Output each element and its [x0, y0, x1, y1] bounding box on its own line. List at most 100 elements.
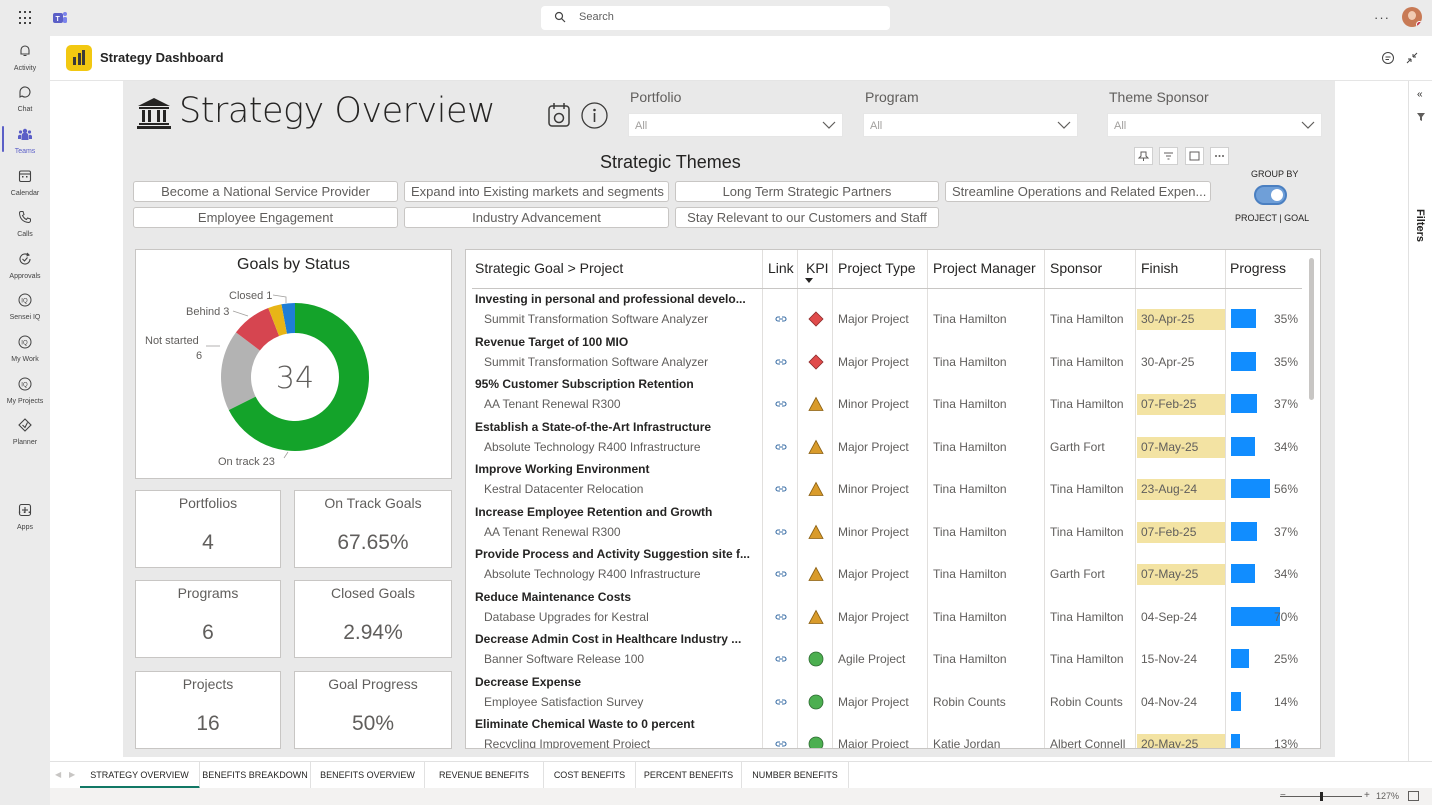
- goal-row[interactable]: Increase Employee Retention and Growth: [475, 505, 760, 519]
- warning-triangle-icon: [808, 566, 824, 581]
- link-icon[interactable]: [774, 739, 788, 749]
- link-icon[interactable]: [774, 399, 788, 409]
- col-header-progress[interactable]: Progress: [1230, 260, 1286, 276]
- pin-icon[interactable]: [1134, 147, 1153, 165]
- svg-text:IQ: IQ: [21, 383, 28, 389]
- theme-button[interactable]: Streamline Operations and Related Expen.…: [945, 181, 1211, 202]
- theme-button[interactable]: Employee Engagement: [133, 207, 398, 228]
- theme-sponsor-slicer[interactable]: All: [1107, 113, 1322, 137]
- fit-to-page-icon[interactable]: [1408, 791, 1419, 801]
- progress-label: 14%: [1273, 694, 1298, 709]
- tab-number-benefits[interactable]: NUMBER BENEFITS: [742, 762, 849, 789]
- search-placeholder: Search: [579, 11, 614, 23]
- tab-strategy-overview[interactable]: STRATEGY OVERVIEW: [80, 762, 200, 789]
- goal-row[interactable]: Revenue Target of 100 MIO: [475, 335, 760, 349]
- avatar[interactable]: [1402, 7, 1422, 27]
- theme-button[interactable]: Stay Relevant to our Customers and Staff: [675, 207, 939, 228]
- progress-bar: [1231, 309, 1256, 328]
- goal-row[interactable]: Reduce Maintenance Costs: [475, 590, 760, 604]
- more-options-icon[interactable]: ···: [1374, 10, 1390, 25]
- rail-item-calls[interactable]: Calls: [0, 206, 50, 246]
- column-divider: [1044, 250, 1045, 748]
- bank-icon: [137, 98, 171, 129]
- collapse-icon[interactable]: [1405, 51, 1419, 65]
- rail-item-approvals[interactable]: Approvals: [0, 248, 50, 288]
- goal-row[interactable]: Decrease Expense: [475, 675, 760, 689]
- tab-cost-benefits[interactable]: COST BENEFITS: [544, 762, 636, 789]
- goal-row[interactable]: 95% Customer Subscription Retention: [475, 377, 760, 391]
- col-header-sponsor[interactable]: Sponsor: [1050, 260, 1102, 276]
- progress-label: 25%: [1273, 652, 1298, 666]
- link-icon[interactable]: [774, 697, 788, 707]
- tab-percent-benefits[interactable]: PERCENT BENEFITS: [636, 762, 742, 789]
- goal-row[interactable]: Investing in personal and professional d…: [475, 292, 760, 306]
- tab-benefits-overview[interactable]: BENEFITS OVERVIEW: [311, 762, 425, 789]
- calendar-refresh-icon[interactable]: [548, 102, 570, 128]
- filters-pane[interactable]: « Filters: [1408, 81, 1432, 761]
- goal-row[interactable]: Eliminate Chemical Waste to 0 percent: [475, 717, 760, 731]
- theme-button[interactable]: Long Term Strategic Partners: [675, 181, 939, 202]
- kpi-value: 50%: [351, 712, 395, 735]
- tab-revenue-benefits[interactable]: REVENUE BENEFITS: [425, 762, 544, 789]
- col-header-finish[interactable]: Finish: [1141, 260, 1178, 276]
- theme-button[interactable]: Industry Advancement: [404, 207, 669, 228]
- expand-filters-icon[interactable]: «: [1417, 89, 1423, 100]
- goal-row[interactable]: Improve Working Environment: [475, 462, 760, 476]
- group-by-toggle[interactable]: [1254, 185, 1287, 205]
- col-header-goal[interactable]: Strategic Goal > Project: [475, 260, 623, 276]
- app-launcher-icon[interactable]: [19, 11, 33, 25]
- rail-label: Sensei IQ: [9, 314, 41, 321]
- rail-item-activity[interactable]: Activity: [0, 40, 50, 80]
- more-options-icon[interactable]: [1210, 147, 1230, 165]
- progress-bar: [1231, 606, 1280, 626]
- col-header-kpi[interactable]: KPI: [806, 260, 829, 276]
- col-header-manager[interactable]: Project Manager: [933, 260, 1036, 276]
- zoom-in-button[interactable]: +: [1364, 790, 1370, 801]
- rail-item-my-projects[interactable]: IQ My Projects: [0, 373, 50, 413]
- goal-row[interactable]: Decrease Admin Cost in Healthcare Indust…: [475, 632, 760, 646]
- filter-icon[interactable]: [1159, 147, 1179, 165]
- red-diamond-icon: [808, 353, 824, 370]
- kpi-value: 16: [196, 712, 220, 735]
- link-icon[interactable]: [774, 484, 788, 494]
- conversation-icon[interactable]: [1381, 51, 1395, 65]
- goal-row[interactable]: Establish a State-of-the-Art Infrastruct…: [475, 420, 760, 434]
- link-icon[interactable]: [774, 357, 788, 367]
- col-header-link[interactable]: Link: [768, 260, 794, 276]
- link-icon[interactable]: [774, 612, 788, 622]
- rail-item-teams[interactable]: Teams: [0, 123, 50, 163]
- tab-next-icon[interactable]: ▶: [69, 770, 75, 779]
- progress-label: 13%: [1273, 737, 1298, 749]
- link-icon[interactable]: [774, 527, 788, 537]
- column-divider: [762, 250, 763, 748]
- project-type: Major Project: [838, 737, 909, 749]
- program-slicer[interactable]: All: [863, 113, 1078, 137]
- info-icon[interactable]: [581, 102, 608, 129]
- search-input[interactable]: Search: [541, 6, 890, 30]
- link-icon[interactable]: [774, 314, 788, 324]
- tab-prev-icon[interactable]: ◀: [55, 770, 61, 779]
- rail-item-chat[interactable]: Chat: [0, 81, 50, 121]
- link-icon[interactable]: [774, 654, 788, 664]
- focus-mode-icon[interactable]: [1184, 147, 1204, 165]
- data-label: 6: [196, 350, 202, 362]
- theme-button[interactable]: Become a National Service Provider: [133, 181, 398, 202]
- rail-item-apps[interactable]: Apps: [0, 499, 50, 539]
- column-divider: [1135, 250, 1136, 748]
- rail-item-planner[interactable]: Planner: [0, 414, 50, 454]
- rail-item-my-work[interactable]: IQ My Work: [0, 331, 50, 371]
- zoom-level: 127%: [1376, 791, 1400, 801]
- link-icon[interactable]: [774, 569, 788, 579]
- theme-button[interactable]: Expand into Existing markets and segment…: [404, 181, 669, 202]
- project-manager: Robin Counts: [933, 694, 1006, 709]
- table-scrollbar[interactable]: [1309, 258, 1314, 400]
- rail-item-sensei-iq[interactable]: IQ Sensei IQ: [0, 289, 50, 329]
- goal-row[interactable]: Provide Process and Activity Suggestion …: [475, 547, 760, 561]
- project-manager: Katie Jordan: [933, 737, 1001, 749]
- link-icon[interactable]: [774, 442, 788, 452]
- col-header-type[interactable]: Project Type: [838, 260, 916, 276]
- portfolio-slicer[interactable]: All: [628, 113, 843, 137]
- rail-item-calendar[interactable]: Calendar: [0, 165, 50, 205]
- tab-benefits-breakdown[interactable]: BENEFITS BREAKDOWN: [200, 762, 311, 789]
- zoom-slider-thumb[interactable]: [1320, 792, 1323, 801]
